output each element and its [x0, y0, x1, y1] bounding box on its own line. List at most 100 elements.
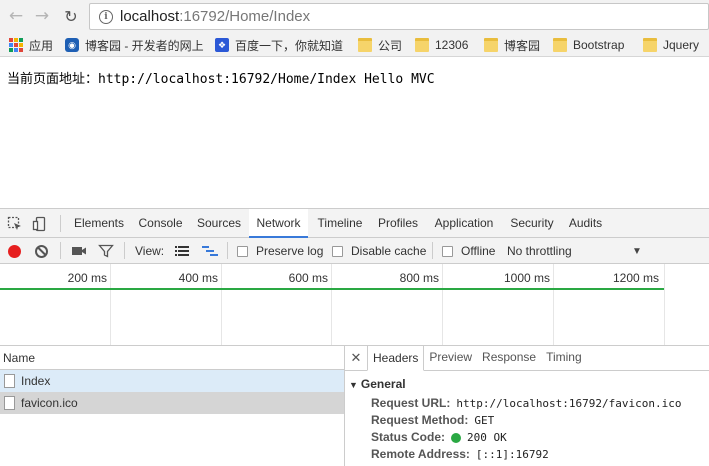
- timeline-gridline: [664, 264, 665, 345]
- record-icon[interactable]: [8, 244, 21, 258]
- offline-checkbox[interactable]: Offline: [442, 243, 495, 259]
- tab-response[interactable]: Response: [477, 345, 541, 370]
- overview-waterfall-icon[interactable]: [201, 243, 219, 259]
- timeline-gridline: [331, 264, 332, 345]
- tab-profiles[interactable]: Profiles: [373, 209, 423, 238]
- bookmarks-bar: 应用 ◉ 博客园 - 开发者的网上 ❖ 百度一下，你就知道 公司 12306 博…: [0, 33, 709, 57]
- bookmark-folder-bootstrap[interactable]: Bootstrap: [553, 36, 624, 54]
- inspect-element-icon[interactable]: [7, 216, 23, 232]
- document-icon: [4, 374, 15, 388]
- bookmark-cnblogs[interactable]: ◉ 博客园 - 开发者的网上: [65, 36, 204, 54]
- page-content-text: 当前页面地址：http://localhost:16792/Home/Index…: [7, 72, 435, 87]
- header-value: [::1]:16792: [475, 448, 549, 461]
- disable-cache-checkbox[interactable]: Disable cache: [332, 243, 426, 259]
- timeline-tick-label: 800 ms: [399, 271, 439, 285]
- tab-timing[interactable]: Timing: [541, 345, 587, 370]
- throttling-select[interactable]: No throttling: [507, 243, 572, 259]
- baidu-icon: ❖: [215, 38, 229, 52]
- large-rows-icon[interactable]: [174, 243, 190, 259]
- request-name: favicon.ico: [21, 396, 78, 410]
- header-key: Remote Address:: [371, 447, 470, 461]
- forward-arrow-icon[interactable]: →: [32, 6, 52, 26]
- info-icon[interactable]: i: [99, 9, 113, 24]
- expand-triangle-icon[interactable]: ▼: [349, 380, 358, 390]
- bookmark-label: Jquery: [663, 38, 700, 52]
- network-overview-timeline: 200 ms 400 ms 600 ms 800 ms 1000 ms 1200…: [0, 264, 709, 346]
- general-section-header[interactable]: ▼ General: [345, 377, 709, 391]
- devtools-panel: Elements Console Sources Network Timelin…: [0, 208, 709, 466]
- tab-security[interactable]: Security: [505, 209, 559, 238]
- tab-preview[interactable]: Preview: [424, 345, 477, 370]
- browser-toolbar: ← → ↻ i localhost:16792/Home/Index: [0, 0, 709, 33]
- bookmark-label: 博客园: [504, 38, 541, 53]
- network-toolbar: View: Preserve log Disable cache Offline…: [0, 238, 709, 264]
- status-code-row: Status Code: 200 OK: [371, 429, 709, 446]
- timeline-gridline: [442, 264, 443, 345]
- checkbox-label: Offline: [461, 244, 496, 258]
- clear-icon[interactable]: [35, 244, 48, 258]
- header-key: Request URL:: [371, 396, 451, 410]
- request-name: Index: [21, 374, 51, 388]
- checkbox-label: Preserve log: [256, 244, 324, 258]
- details-tab-bar: ✕ Headers Preview Response Timing: [345, 345, 709, 371]
- close-icon[interactable]: ✕: [345, 345, 367, 370]
- timeline-tick-label: 200 ms: [67, 271, 107, 285]
- tab-sources[interactable]: Sources: [193, 209, 245, 238]
- tab-timeline[interactable]: Timeline: [311, 209, 369, 238]
- header-value: http://localhost:16792/favicon.ico: [456, 397, 682, 410]
- name-column-header[interactable]: Name: [0, 346, 344, 370]
- tab-audits[interactable]: Audits: [563, 209, 608, 238]
- bookmark-baidu[interactable]: ❖ 百度一下，你就知道: [215, 36, 343, 54]
- folder-icon: [415, 38, 429, 52]
- tab-console[interactable]: Console: [133, 209, 188, 238]
- capture-screenshots-icon[interactable]: [71, 243, 87, 259]
- timeline-gridline: [221, 264, 222, 345]
- tab-elements[interactable]: Elements: [70, 209, 128, 238]
- bookmark-folder-company[interactable]: 公司: [358, 36, 402, 54]
- request-row-favicon[interactable]: favicon.ico: [0, 392, 344, 414]
- timeline-tick-label: 1000 ms: [503, 271, 550, 285]
- apps-icon: [9, 38, 23, 52]
- folder-icon: [358, 38, 372, 52]
- timeline-tick-label: 1200 ms: [612, 271, 659, 285]
- toolbar-separator: [432, 242, 433, 259]
- devtools-tab-bar: Elements Console Sources Network Timelin…: [0, 209, 709, 238]
- view-label: View:: [135, 244, 165, 258]
- remote-address-row: Remote Address: [::1]:16792: [371, 446, 709, 463]
- request-url-row: Request URL: http://localhost:16792/favi…: [371, 395, 709, 412]
- url-path: :16792/Home/Index: [179, 8, 311, 25]
- preserve-log-checkbox[interactable]: Preserve log: [237, 243, 323, 259]
- tab-application[interactable]: Application: [429, 209, 499, 238]
- filter-icon[interactable]: [98, 243, 114, 259]
- header-value: GET: [474, 414, 495, 427]
- timeline-tick-label: 600 ms: [288, 271, 328, 285]
- timeline-gridline: [553, 264, 554, 345]
- bookmark-label: 应用: [29, 38, 54, 53]
- tab-network[interactable]: Network: [249, 209, 308, 238]
- checkbox-label: Disable cache: [351, 244, 427, 258]
- dropdown-arrow-icon[interactable]: ▼: [632, 243, 642, 259]
- bookmark-folder-12306[interactable]: 12306: [415, 36, 468, 54]
- request-details-panel: ✕ Headers Preview Response Timing ▼ Gener…: [345, 345, 709, 466]
- device-mode-icon[interactable]: [32, 216, 48, 232]
- request-row-index[interactable]: Index: [0, 370, 344, 392]
- reload-icon[interactable]: ↻: [61, 6, 81, 26]
- back-arrow-icon[interactable]: ←: [6, 6, 26, 26]
- bookmark-folder-cnblogs[interactable]: 博客园: [484, 36, 540, 54]
- address-bar[interactable]: i localhost:16792/Home/Index: [89, 3, 709, 30]
- bookmark-label: 百度一下，你就知道: [235, 38, 344, 53]
- section-title: General: [360, 377, 406, 391]
- bookmark-folder-jquery[interactable]: Jquery: [643, 36, 699, 54]
- bookmark-apps[interactable]: 应用: [9, 36, 53, 54]
- bookmark-label: 博客园 - 开发者的网上: [85, 38, 204, 53]
- timeline-request-bar: [0, 288, 664, 290]
- checkbox-box[interactable]: [442, 245, 453, 257]
- tab-headers[interactable]: Headers: [367, 345, 425, 371]
- bookmark-label: Bootstrap: [573, 38, 625, 52]
- header-key: Status Code:: [371, 430, 446, 444]
- checkbox-box[interactable]: [332, 245, 343, 257]
- toolbar-separator: [124, 242, 125, 259]
- cnblogs-icon: ◉: [65, 38, 79, 52]
- request-list: Name Index favicon.ico: [0, 346, 345, 466]
- checkbox-box[interactable]: [237, 245, 248, 257]
